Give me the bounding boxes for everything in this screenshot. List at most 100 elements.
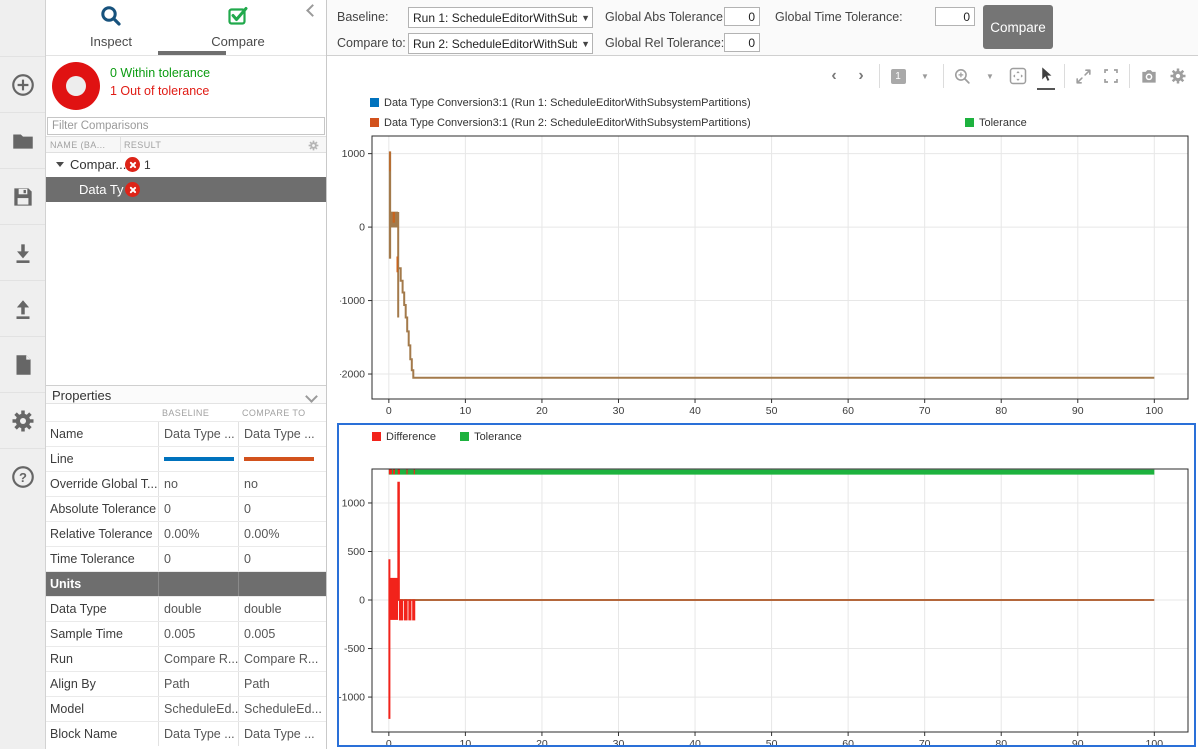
preferences-button[interactable] bbox=[0, 392, 45, 449]
signal-name: Data Ty bbox=[79, 182, 124, 197]
expand-button[interactable] bbox=[1074, 64, 1093, 88]
property-label: Name bbox=[46, 422, 158, 446]
property-row: Time Tolerance00 bbox=[46, 546, 326, 571]
subplot-layout-button[interactable]: 1 bbox=[889, 64, 907, 88]
snapshot-button[interactable] bbox=[1139, 64, 1159, 88]
tolerance-legend-swatch-icon bbox=[965, 118, 974, 127]
svg-text:-1000: -1000 bbox=[339, 692, 365, 704]
property-compare-value bbox=[238, 447, 322, 471]
import-button[interactable] bbox=[0, 224, 45, 281]
property-baseline-value: Compare R... bbox=[158, 647, 238, 671]
tolerance-donut-hole bbox=[66, 76, 86, 96]
property-row: NameData Type ...Data Type ... bbox=[46, 421, 326, 446]
toolbar-divider bbox=[1129, 64, 1130, 88]
help-button[interactable]: ? bbox=[0, 448, 45, 505]
svg-text:90: 90 bbox=[1072, 405, 1084, 417]
compare-to-label: Compare to: bbox=[337, 36, 406, 50]
signals-legend-run1: Data Type Conversion3:1 (Run 1: Schedule… bbox=[370, 97, 751, 109]
properties-title: Properties bbox=[52, 388, 111, 403]
previous-arrow-icon[interactable]: ‹ bbox=[825, 64, 843, 88]
tab-inspect[interactable]: Inspect bbox=[63, 4, 159, 49]
toolbar-divider bbox=[879, 64, 880, 88]
zoom-in-button[interactable] bbox=[953, 64, 972, 88]
layout-caret-icon[interactable]: ▼ bbox=[916, 64, 934, 88]
zoom-caret-icon[interactable]: ▼ bbox=[981, 64, 999, 88]
baseline-run-dropdown[interactable]: Run 1: ScheduleEditorWithSubsys ▼ bbox=[408, 7, 593, 28]
global-rel-tolerance-input[interactable] bbox=[724, 33, 760, 52]
difference-plot[interactable]: 010203040506070809010010005000-500-1000 bbox=[339, 425, 1194, 745]
save-button[interactable] bbox=[0, 168, 45, 225]
property-row: Block NameData Type ...Data Type ... bbox=[46, 721, 326, 746]
property-label: Block Name bbox=[46, 722, 158, 746]
property-compare-value: Compare R... bbox=[238, 647, 322, 671]
collapse-properties-button[interactable] bbox=[307, 390, 316, 404]
signals-plot[interactable]: 010203040506070809010010000-1000-2000 bbox=[340, 130, 1198, 418]
property-compare-value: 0 bbox=[238, 547, 322, 571]
expand-caret-icon[interactable] bbox=[56, 162, 64, 167]
property-compare-value: 0 bbox=[238, 497, 322, 521]
report-button[interactable] bbox=[0, 336, 45, 393]
chevron-down-icon bbox=[305, 390, 318, 403]
svg-text:40: 40 bbox=[689, 738, 701, 745]
compare-options-bar: Baseline: Run 1: ScheduleEditorWithSubsy… bbox=[327, 0, 1198, 56]
svg-text:500: 500 bbox=[347, 546, 365, 558]
baseline-label: Baseline: bbox=[337, 10, 388, 24]
global-time-tolerance-input[interactable] bbox=[935, 7, 975, 26]
next-arrow-icon[interactable]: › bbox=[852, 64, 870, 88]
svg-text:-2000: -2000 bbox=[340, 369, 365, 381]
difference-subplot-selected[interactable]: Difference Tolerance 0102030405060708090… bbox=[337, 423, 1196, 747]
comparison-group-name: Compar... bbox=[70, 157, 126, 172]
property-compare-value: Data Type ... bbox=[238, 722, 322, 746]
toolbar-divider bbox=[1064, 64, 1065, 88]
column-result-header: RESULT bbox=[124, 140, 161, 150]
property-baseline-value: 0 bbox=[158, 547, 238, 571]
property-compare-value: 0.00% bbox=[238, 522, 322, 546]
property-row: Relative Tolerance0.00%0.00% bbox=[46, 521, 326, 546]
property-row: Align ByPathPath bbox=[46, 671, 326, 696]
folder-icon bbox=[10, 128, 36, 154]
svg-text:0: 0 bbox=[359, 595, 365, 607]
table-settings-gear-icon[interactable] bbox=[307, 139, 320, 152]
property-baseline-value: 0 bbox=[158, 497, 238, 521]
property-label: Absolute Tolerance bbox=[46, 497, 158, 521]
svg-text:?: ? bbox=[19, 470, 27, 485]
property-baseline-value bbox=[158, 447, 238, 471]
comparison-signal-row-selected[interactable]: Data Ty bbox=[46, 177, 326, 202]
property-label: Override Global T... bbox=[46, 472, 158, 496]
plus-circle-icon bbox=[10, 72, 36, 98]
zoom-in-magnifier-icon bbox=[953, 67, 972, 86]
pointer-tool-button[interactable] bbox=[1037, 62, 1055, 90]
fit-to-view-button[interactable] bbox=[1008, 64, 1028, 88]
property-baseline-value: double bbox=[158, 597, 238, 621]
tab-inspect-label: Inspect bbox=[63, 34, 159, 49]
out-of-tolerance-label: 1 Out of tolerance bbox=[110, 84, 209, 98]
collapse-panel-button[interactable] bbox=[308, 4, 320, 16]
svg-text:0: 0 bbox=[386, 405, 392, 417]
compare-to-run-dropdown[interactable]: Run 2: ScheduleEditorWithSubsys ▼ bbox=[408, 33, 593, 54]
property-compare-value: double bbox=[238, 597, 322, 621]
property-baseline-value: Data Type ... bbox=[158, 722, 238, 746]
signals-legend-tolerance: Tolerance bbox=[965, 117, 1027, 129]
compare-button[interactable]: Compare bbox=[983, 5, 1053, 49]
maximize-button[interactable] bbox=[1102, 64, 1120, 88]
out-of-tolerance-badge-icon bbox=[125, 157, 140, 172]
plot-settings-button[interactable] bbox=[1168, 64, 1188, 88]
global-abs-tolerance-input[interactable] bbox=[724, 7, 760, 26]
property-baseline-value: 0.005 bbox=[158, 622, 238, 646]
property-label: Align By bbox=[46, 672, 158, 696]
property-baseline-value bbox=[158, 572, 238, 596]
svg-text:90: 90 bbox=[1072, 738, 1084, 745]
filter-comparisons-input[interactable] bbox=[47, 117, 325, 135]
comparison-group-row[interactable]: Compar... 1 bbox=[46, 153, 326, 177]
svg-text:50: 50 bbox=[766, 738, 778, 745]
export-button[interactable] bbox=[0, 280, 45, 337]
property-label: Data Type bbox=[46, 597, 158, 621]
gear-icon bbox=[9, 407, 37, 435]
tab-compare[interactable]: Compare bbox=[190, 4, 286, 49]
simulation-data-inspector-window: ? Inspect Compare 0 Within tolerance 1 O… bbox=[0, 0, 1198, 749]
property-compare-value: Data Type ... bbox=[238, 422, 322, 446]
property-label: Run bbox=[46, 647, 158, 671]
property-label: Model bbox=[46, 697, 158, 721]
add-button[interactable] bbox=[0, 56, 45, 113]
open-button[interactable] bbox=[0, 112, 45, 169]
